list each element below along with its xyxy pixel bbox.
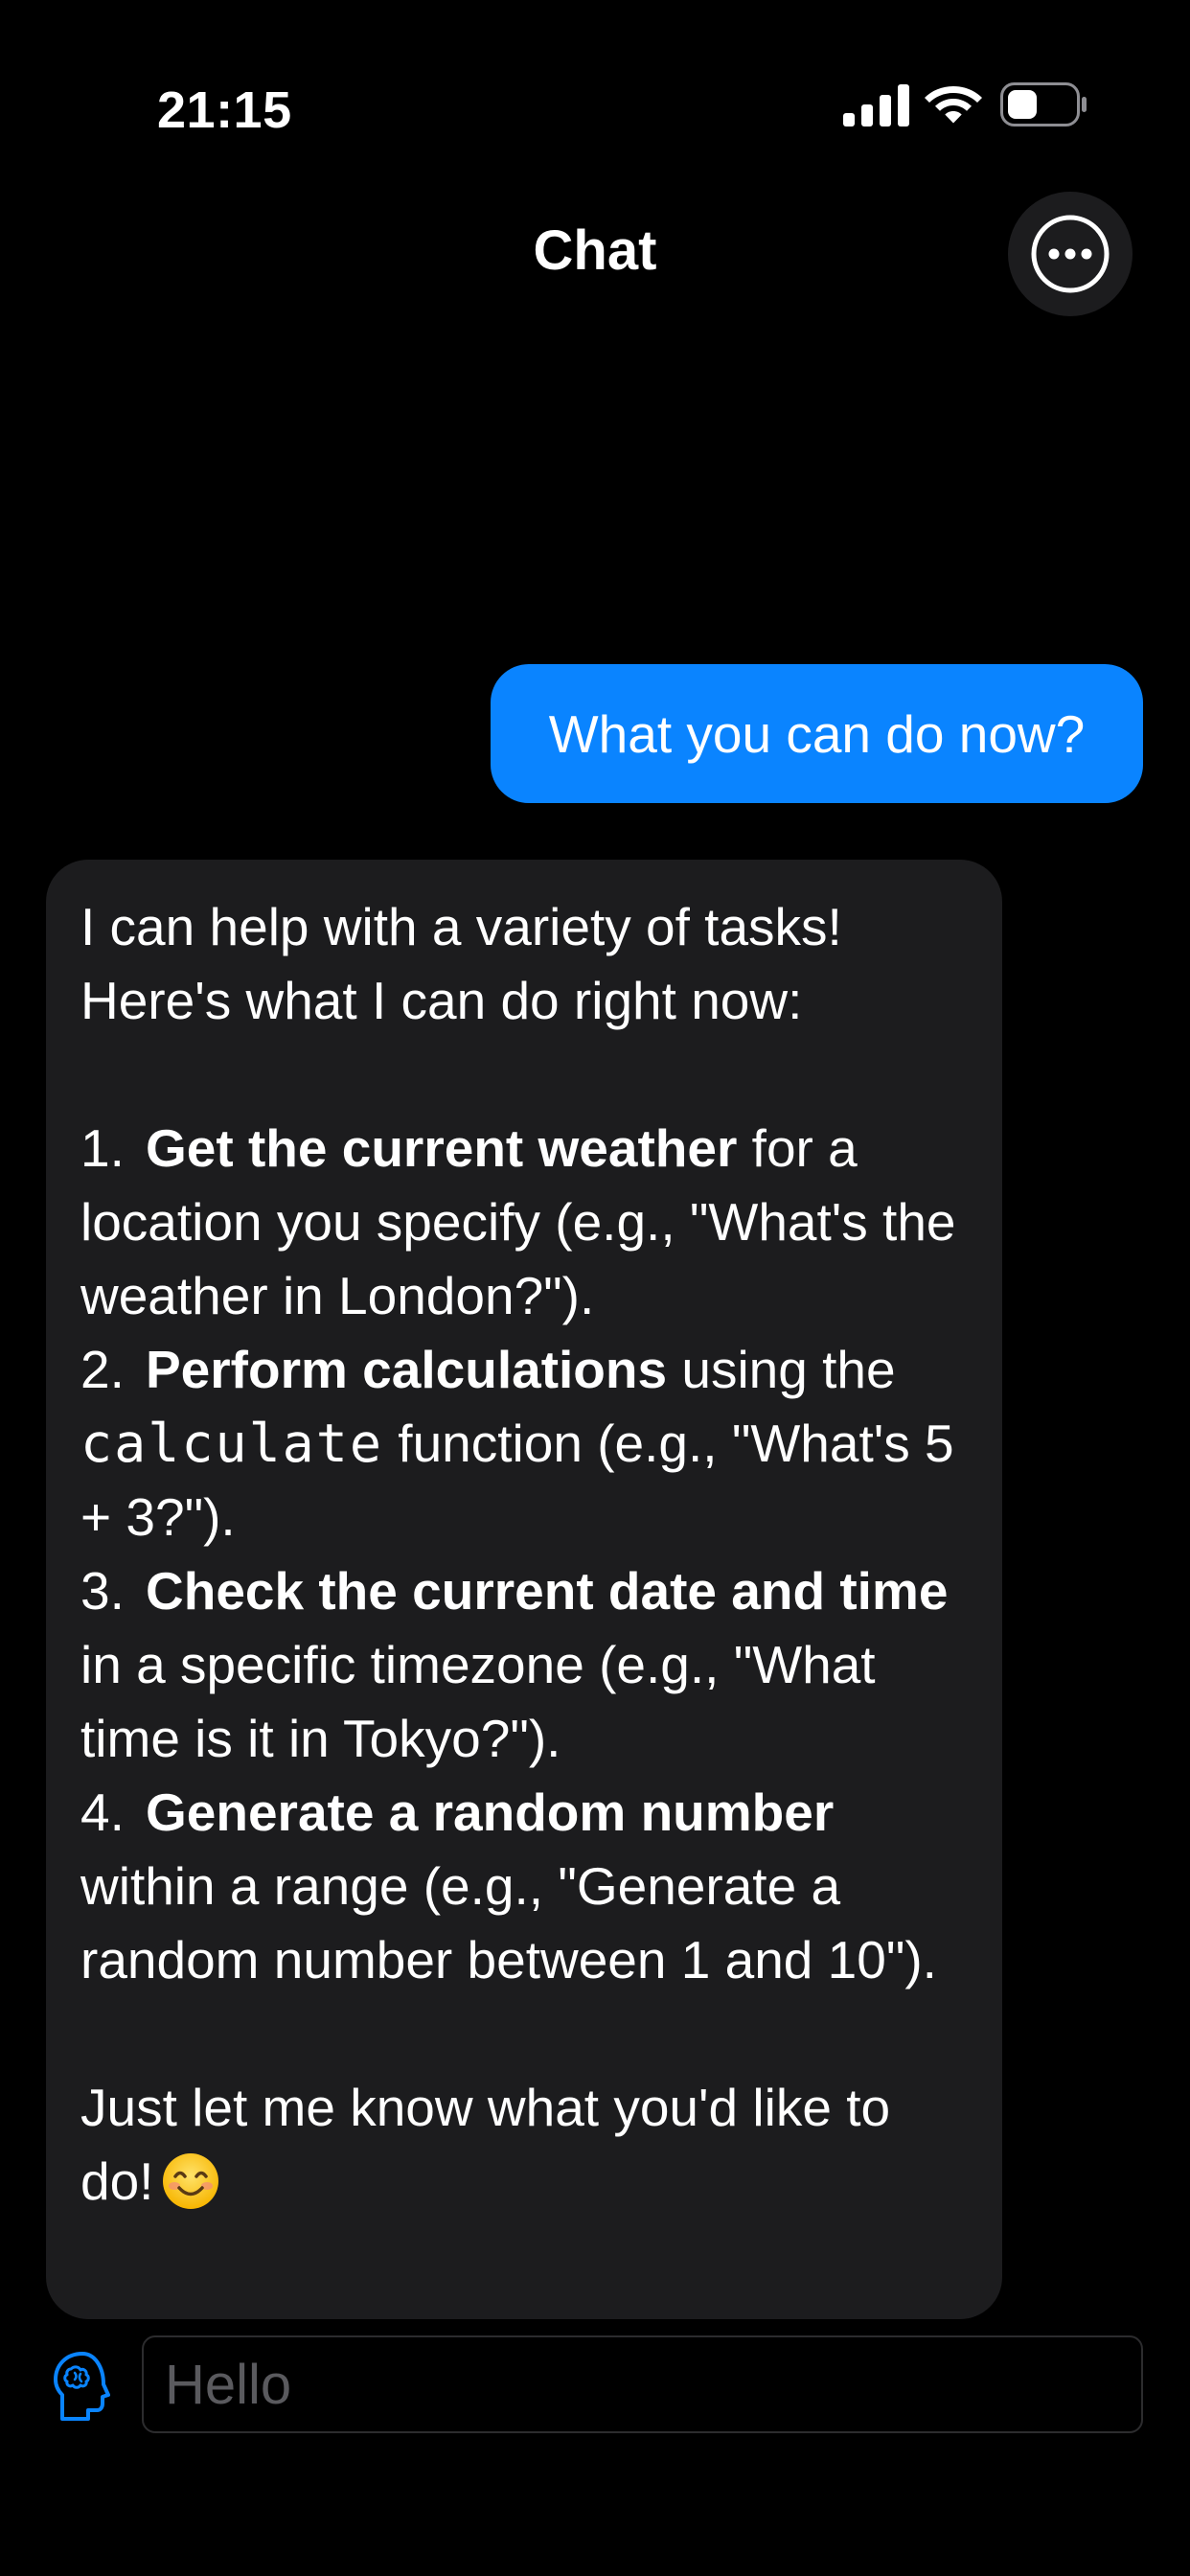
- message-input[interactable]: [142, 2335, 1143, 2433]
- battery-icon: [1000, 82, 1087, 126]
- capability-item-calculations: 2. Perform calculations using the calcula…: [80, 1333, 968, 1554]
- capability-item-datetime: 3. Check the current date and time in a s…: [80, 1554, 968, 1776]
- smiling-face-emoji-icon: [163, 2153, 219, 2209]
- item-title: Perform calculations: [146, 1340, 668, 1399]
- ellipsis-circle-icon: [1031, 215, 1110, 293]
- capability-item-weather: 1. Get the current weather for a location…: [80, 1112, 968, 1333]
- cellular-signal-icon: [843, 84, 909, 126]
- more-options-button[interactable]: [1008, 192, 1133, 316]
- function-name-code: calculate: [80, 1413, 384, 1474]
- brain-head-icon[interactable]: [50, 2350, 113, 2423]
- status-bar: 21:15: [0, 0, 1190, 192]
- item-number: 3.: [80, 1561, 125, 1621]
- assistant-intro-line: I can help with a variety of tasks!: [80, 897, 842, 956]
- item-description: within a range (e.g., "Generate a random…: [80, 1856, 937, 1990]
- item-number: 1.: [80, 1118, 125, 1178]
- item-title: Check the current date and time: [146, 1561, 949, 1621]
- item-description: in a specific timezone (e.g., "What time…: [80, 1635, 876, 1768]
- assistant-closing-line: Just let me know what you'd like to do!: [80, 2071, 968, 2219]
- item-description: using the: [667, 1340, 896, 1399]
- assistant-message-bubble: I can help with a variety of tasks! Here…: [46, 860, 1002, 2319]
- item-title: Get the current weather: [146, 1118, 738, 1178]
- wifi-icon: [925, 86, 982, 124]
- assistant-intro-line: Here's what I can do right now:: [80, 971, 803, 1030]
- item-number: 2.: [80, 1340, 125, 1399]
- status-time: 21:15: [157, 81, 292, 139]
- user-message-bubble: What you can do now?: [491, 664, 1143, 803]
- item-title: Generate a random number: [146, 1782, 835, 1842]
- capability-item-random-number: 4. Generate a random number within a rang…: [80, 1776, 968, 1997]
- user-message-text: What you can do now?: [548, 703, 1086, 764]
- item-number: 4.: [80, 1782, 125, 1842]
